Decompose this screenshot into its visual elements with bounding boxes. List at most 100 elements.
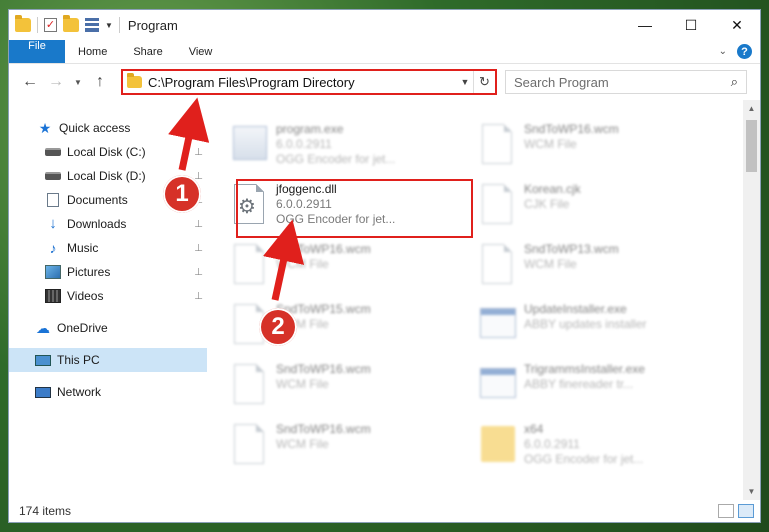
- file-name: SndToWP16.wcm: [276, 362, 371, 376]
- details-view-icon[interactable]: [718, 504, 734, 518]
- sidebar-item-label: Videos: [67, 289, 104, 303]
- network-icon: [35, 386, 51, 398]
- address-dropdown-chevron-icon[interactable]: ▼: [457, 77, 473, 87]
- scroll-up-icon[interactable]: ▲: [743, 100, 760, 117]
- file-icon: [230, 362, 270, 408]
- ribbon-tabs: File Home Share View ⌄ ?: [9, 40, 760, 64]
- expand-ribbon-chevron-icon[interactable]: ⌄: [719, 46, 727, 57]
- file-description: ABBY updates installer: [524, 317, 647, 331]
- view-toggle: [718, 504, 760, 518]
- address-path[interactable]: C:\Program Files\Program Directory: [148, 75, 457, 90]
- ribbon-right-controls: ⌄ ?: [719, 40, 760, 63]
- onedrive-icon: ☁: [36, 320, 50, 336]
- file-icon: [478, 182, 518, 228]
- documents-icon: [47, 193, 59, 207]
- forward-arrow-icon[interactable]: →: [43, 73, 69, 91]
- sidebar-item-label: Downloads: [67, 217, 127, 231]
- sidebar-item-this-pc[interactable]: This PC: [9, 348, 207, 372]
- folder-icon[interactable]: [15, 15, 31, 32]
- view-options-icon[interactable]: [85, 18, 99, 32]
- scrollbar-thumb[interactable]: [746, 120, 757, 172]
- pin-icon[interactable]: ⊥: [194, 219, 203, 230]
- scroll-down-icon[interactable]: ▼: [743, 483, 760, 500]
- drive-icon: [45, 148, 61, 156]
- sidebar-item-pictures[interactable]: Pictures ⊥: [9, 260, 207, 284]
- sidebar-item-label: Music: [67, 241, 99, 255]
- tab-file[interactable]: File: [9, 40, 65, 63]
- file-description: ABBY finereader tr...: [524, 377, 634, 391]
- sidebar-item-local-disk-c[interactable]: Local Disk (C:) ⊥: [9, 140, 207, 164]
- back-arrow-icon[interactable]: ←: [17, 73, 43, 91]
- sidebar-item-network[interactable]: Network: [9, 380, 207, 404]
- window-title: Program: [127, 17, 178, 33]
- list-item[interactable]: SndToWP16.wcm WCM File: [230, 236, 478, 296]
- videos-icon: [45, 289, 61, 303]
- list-item[interactable]: x64 6.0.0.2911 OGG Encoder for jet...: [478, 416, 726, 476]
- new-folder-icon[interactable]: [63, 15, 79, 32]
- pc-icon: [35, 354, 51, 366]
- sidebar-item-videos[interactable]: Videos ⊥: [9, 284, 207, 308]
- search-input[interactable]: Search Program ⌕: [505, 70, 747, 94]
- list-item[interactable]: TrigrammsInstaller.exe ABBY finereader tr…: [478, 356, 726, 416]
- sidebar-item-label: Quick access: [59, 121, 131, 135]
- main-area: ★ Quick access Local Disk (C:) ⊥ Local D…: [9, 100, 760, 500]
- navigation-bar: ← → ▼ ↑ C:\Program Files\Program Directo…: [9, 64, 760, 100]
- window-icon: [478, 302, 518, 348]
- file-name: SndToWP13.wcm: [524, 242, 619, 256]
- file-name: x64: [524, 422, 544, 436]
- file-icon: [230, 242, 270, 288]
- sidebar-item-onedrive[interactable]: ☁ OneDrive: [9, 316, 207, 340]
- file-name: Korean.cjk: [524, 182, 581, 196]
- music-icon: ♪: [49, 240, 57, 256]
- sidebar-item-downloads[interactable]: ↓ Downloads ⊥: [9, 212, 207, 236]
- tab-view[interactable]: View: [176, 40, 226, 63]
- search-placeholder[interactable]: Search Program: [514, 75, 731, 90]
- sidebar-item-music[interactable]: ♪ Music ⊥: [9, 236, 207, 260]
- list-item[interactable]: Korean.cjk CJK File: [478, 176, 726, 236]
- tiles-view-icon[interactable]: [738, 504, 754, 518]
- file-name: UpdateInstaller.exe: [524, 302, 627, 316]
- folder-icon: [478, 422, 518, 468]
- sidebar-item-quick-access[interactable]: ★ Quick access: [9, 116, 207, 140]
- list-item[interactable]: program.exe 6.0.0.2911 OGG Encoder for jet…: [230, 116, 478, 176]
- tab-home[interactable]: Home: [65, 40, 120, 63]
- sidebar-item-label: Local Disk (C:): [67, 145, 146, 159]
- address-bar[interactable]: C:\Program Files\Program Directory ▼ ↻: [121, 69, 497, 95]
- file-version: 6.0.0.2911: [524, 437, 580, 451]
- pin-icon[interactable]: ⊥: [194, 243, 203, 254]
- window-controls: — ☐ ✕: [622, 10, 760, 40]
- sidebar-item-label: This PC: [57, 353, 100, 367]
- maximize-button[interactable]: ☐: [668, 10, 714, 40]
- toolbar-divider: [37, 17, 38, 33]
- list-item[interactable]: SndToWP13.wcm WCM File: [478, 236, 726, 296]
- exe-icon: [230, 122, 270, 168]
- list-item[interactable]: UpdateInstaller.exe ABBY updates installe…: [478, 296, 726, 356]
- customize-toolbar-chevron-icon[interactable]: ▼: [105, 21, 113, 30]
- refresh-icon[interactable]: ↻: [473, 71, 495, 93]
- search-icon[interactable]: ⌕: [731, 74, 738, 90]
- pin-icon[interactable]: ⊥: [194, 147, 203, 158]
- file-type: WCM File: [276, 257, 329, 271]
- list-item[interactable]: SndToWP16.wcm WCM File: [230, 416, 478, 476]
- tab-share[interactable]: Share: [120, 40, 175, 63]
- vertical-scrollbar[interactable]: ▲ ▼: [743, 100, 760, 500]
- file-grid: program.exe 6.0.0.2911 OGG Encoder for jet…: [230, 116, 726, 476]
- recent-locations-chevron-icon[interactable]: ▼: [69, 78, 87, 87]
- list-item[interactable]: SndToWP16.wcm WCM File: [230, 356, 478, 416]
- sidebar-item-label: Documents: [67, 193, 128, 207]
- help-icon[interactable]: ?: [737, 44, 752, 59]
- up-arrow-icon[interactable]: ↑: [87, 73, 113, 91]
- file-name: SndToWP16.wcm: [276, 422, 371, 436]
- downloads-icon: ↓: [49, 215, 57, 232]
- list-item[interactable]: SndToWP16.wcm WCM File: [478, 116, 726, 176]
- file-type: WCM File: [276, 377, 329, 391]
- drive-icon: [45, 172, 61, 180]
- properties-check-icon[interactable]: ✓: [44, 18, 57, 32]
- toolbar-divider: [118, 17, 120, 33]
- close-button[interactable]: ✕: [714, 10, 760, 40]
- sidebar-item-label: Local Disk (D:): [67, 169, 146, 183]
- pin-icon[interactable]: ⊥: [194, 291, 203, 302]
- minimize-button[interactable]: —: [622, 10, 668, 40]
- pin-icon[interactable]: ⊥: [194, 267, 203, 278]
